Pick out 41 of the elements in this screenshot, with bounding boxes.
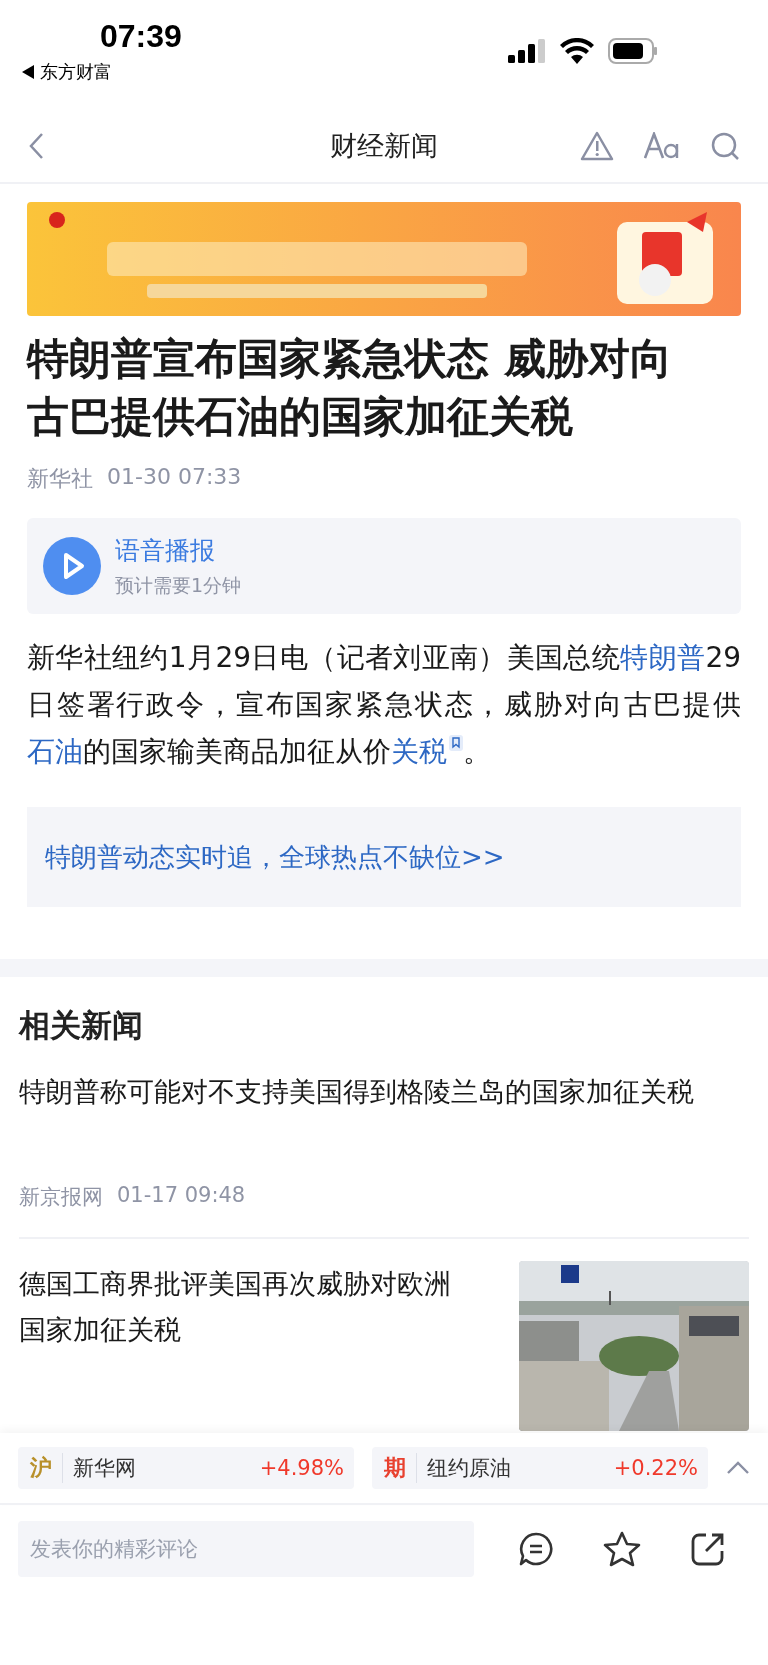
- expand-icon[interactable]: [726, 1461, 750, 1475]
- price-change: +4.98%: [259, 1456, 344, 1480]
- back-app-link[interactable]: 东方财富: [40, 60, 112, 84]
- battery-icon: [608, 38, 658, 64]
- bookmark-icon[interactable]: [449, 734, 463, 751]
- article-headline: 特朗普宣布国家紧急状态 威胁对向古巴提供石油的国家加征关税: [27, 333, 673, 443]
- signal-icon: [508, 39, 546, 63]
- section-title: 相关新闻: [19, 1006, 144, 1045]
- article-source: 新华社: [27, 465, 93, 493]
- comment-icon[interactable]: [518, 1531, 555, 1567]
- stock-name: 新华网: [73, 1455, 136, 1482]
- article-time: 01-30 07:33: [107, 464, 242, 491]
- page-title: 财经新闻: [330, 130, 438, 161]
- market-tag: 期: [384, 1453, 417, 1483]
- star-icon[interactable]: [603, 1531, 641, 1567]
- market-tag: 沪: [30, 1453, 63, 1483]
- news-time: 01-17 09:48: [117, 1183, 246, 1209]
- status-time: 07:39: [100, 18, 182, 55]
- audio-card[interactable]: 语音播报 预计需要1分钟: [27, 518, 741, 614]
- news-title[interactable]: 德国工商界批评美国再次威胁对欧洲国家加征关税: [19, 1261, 469, 1353]
- share-icon[interactable]: [689, 1531, 726, 1567]
- audio-duration: 预计需要1分钟: [115, 572, 242, 598]
- comment-field[interactable]: 发表你的精彩评论: [18, 1521, 474, 1577]
- audio-title: 语音播报: [115, 534, 216, 567]
- stock-name: 纽约原油: [427, 1455, 511, 1482]
- price-change: +0.22%: [613, 1456, 698, 1480]
- search-icon[interactable]: [710, 131, 740, 161]
- font-size-icon[interactable]: [644, 132, 680, 160]
- news-title[interactable]: 特朗普称可能对不支持美国得到格陵兰岛的国家加征关税: [19, 1069, 749, 1115]
- news-source: 新京报网: [19, 1184, 103, 1211]
- back-triangle-icon[interactable]: [22, 65, 34, 79]
- keyword-link[interactable]: 石油: [27, 735, 83, 768]
- play-icon[interactable]: [43, 537, 101, 595]
- ticker-chip[interactable]: 期 纽约原油 +0.22%: [372, 1447, 708, 1489]
- wifi-icon: [560, 38, 594, 64]
- back-button[interactable]: [28, 132, 44, 160]
- warning-icon[interactable]: [580, 131, 614, 161]
- ticker-chip[interactable]: 沪 新华网 +4.98%: [18, 1447, 354, 1489]
- article-paragraph: 新华社纽约1月29日电（记者刘亚南）美国总统特朗普29日签署行政令，宣布国家紧急状态，威胁对向古巴提供 石油的国家输美商品加征从价关税 。: [27, 640, 741, 770]
- keyword-link[interactable]: 特朗普: [620, 641, 706, 674]
- keyword-link[interactable]: 关税: [391, 735, 447, 768]
